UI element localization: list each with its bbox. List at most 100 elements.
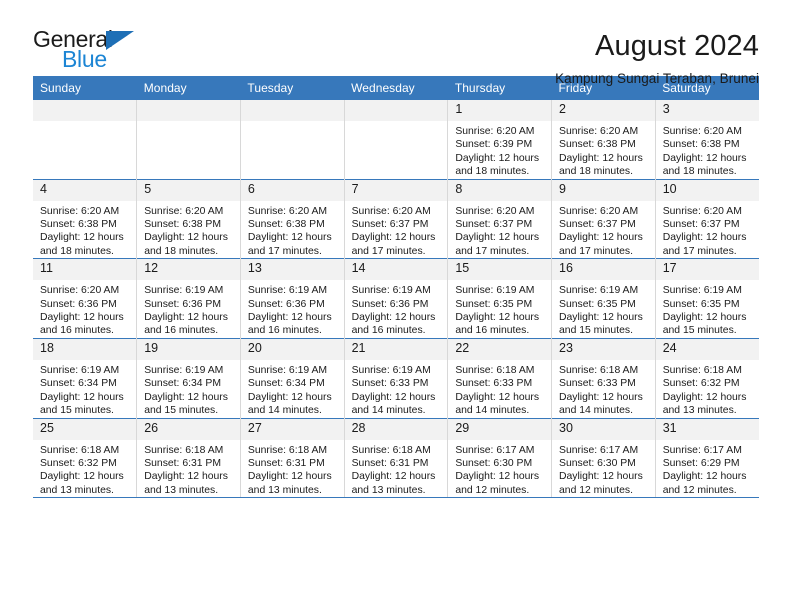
sunrise-time: Sunrise: 6:18 AM: [351, 444, 431, 456]
sunrise-time: Sunrise: 6:19 AM: [351, 285, 431, 297]
calendar-day-cell[interactable]: 12 Sunrise: 6:19 AM Sunset: 6:36 PM Dayligh…: [136, 258, 241, 339]
day-number: 1: [448, 100, 552, 121]
calendar-day-cell[interactable]: 14 Sunrise: 6:19 AM Sunset: 6:36 PM Dayligh…: [344, 258, 449, 339]
calendar-day-cell[interactable]: 21 Sunrise: 6:19 AM Sunset: 6:33 PM Dayligh…: [344, 337, 449, 418]
daylight-duration-line2: and 14 minutes.: [455, 405, 530, 417]
calendar-day-cell[interactable]: 16 Sunrise: 6:19 AM Sunset: 6:35 PM Dayligh…: [551, 258, 656, 339]
sunrise-time: Sunrise: 6:17 AM: [559, 444, 639, 456]
calendar-day-cell[interactable]: 26 Sunrise: 6:18 AM Sunset: 6:31 PM Dayligh…: [136, 417, 241, 499]
general-blue-logo[interactable]: General Blue: [33, 28, 145, 74]
calendar-day-cell[interactable]: 5 Sunrise: 6:20 AM Sunset: 6:38 PM Daylight…: [136, 178, 241, 259]
daylight-duration-line2: and 14 minutes.: [559, 405, 633, 417]
page-title: August 2024: [595, 30, 759, 62]
calendar-day-cell[interactable]: 25 Sunrise: 6:18 AM Sunset: 6:32 PM Dayligh…: [33, 417, 138, 499]
sunset-time: Sunset: 6:39 PM: [455, 139, 533, 151]
day-details: Sunrise: 6:19 AM Sunset: 6:36 PM Daylight:…: [345, 280, 448, 338]
daylight-duration-line1: Daylight: 12 hours: [455, 312, 540, 324]
calendar-day-cell[interactable]: 6 Sunrise: 6:20 AM Sunset: 6:38 PM Daylight…: [240, 178, 345, 259]
calendar-day-cell[interactable]: 24 Sunrise: 6:18 AM Sunset: 6:32 PM Dayligh…: [655, 337, 759, 418]
calendar-day-cell[interactable]: 2 Sunrise: 6:20 AM Sunset: 6:38 PM Daylight…: [551, 100, 656, 180]
day-details: Sunrise: 6:19 AM Sunset: 6:35 PM Daylight:…: [448, 280, 551, 338]
calendar-day-cell[interactable]: 22 Sunrise: 6:18 AM Sunset: 6:33 PM Dayligh…: [447, 337, 553, 418]
weekday-header-sunday: Sunday: [33, 76, 137, 100]
weekday-header-thursday: Thursday: [447, 76, 552, 100]
day-details: Sunrise: 6:20 AM Sunset: 6:36 PM Daylight:…: [33, 280, 136, 338]
day-number: 11: [33, 259, 137, 281]
daylight-duration-line1: Daylight: 12 hours: [559, 471, 643, 483]
sunset-time: Sunset: 6:36 PM: [40, 298, 117, 310]
sunset-time: Sunset: 6:33 PM: [455, 378, 533, 390]
calendar-day-cell[interactable]: 1 Sunrise: 6:20 AM Sunset: 6:39 PM Daylight…: [447, 100, 553, 180]
calendar-day-cell[interactable]: 18 Sunrise: 6:19 AM Sunset: 6:34 PM Dayligh…: [33, 337, 138, 418]
day-details: Sunrise: 6:18 AM Sunset: 6:33 PM Daylight:…: [448, 360, 551, 418]
day-details: Sunrise: 6:19 AM Sunset: 6:34 PM Daylight:…: [33, 360, 136, 418]
sunset-time: Sunset: 6:33 PM: [351, 378, 429, 390]
calendar-day-cell[interactable]: 29 Sunrise: 6:17 AM Sunset: 6:30 PM Dayligh…: [447, 417, 553, 499]
sunrise-time: Sunrise: 6:18 AM: [559, 364, 639, 376]
sunset-time: Sunset: 6:35 PM: [455, 298, 533, 310]
daylight-duration-line2: and 14 minutes.: [247, 405, 322, 417]
calendar-day-cell[interactable]: 13 Sunrise: 6:19 AM Sunset: 6:36 PM Dayligh…: [240, 258, 345, 339]
daylight-duration-line1: Daylight: 12 hours: [662, 391, 747, 403]
calendar-day-cell[interactable]: 3 Sunrise: 6:20 AM Sunset: 6:38 PM Daylight…: [655, 100, 759, 180]
daylight-duration-line2: and 12 minutes.: [662, 484, 737, 496]
calendar-week-row: 18 Sunrise: 6:19 AM Sunset: 6:34 PM Dayligh…: [33, 337, 759, 418]
day-number: [344, 100, 448, 121]
daylight-duration-line1: Daylight: 12 hours: [351, 312, 436, 324]
daylight-duration-line2: and 17 minutes.: [662, 245, 737, 257]
day-details: Sunrise: 6:17 AM Sunset: 6:29 PM Daylight:…: [656, 440, 759, 498]
sunset-time: Sunset: 6:30 PM: [455, 457, 533, 469]
calendar-day-cell[interactable]: 10 Sunrise: 6:20 AM Sunset: 6:37 PM Dayligh…: [655, 178, 759, 259]
daylight-duration-line2: and 16 minutes.: [40, 325, 114, 337]
calendar-cell-empty: [344, 100, 449, 180]
calendar-page: General Blue August 2024 Kampung Sungai …: [0, 0, 792, 612]
calendar-day-cell[interactable]: 19 Sunrise: 6:19 AM Sunset: 6:34 PM Dayligh…: [136, 337, 241, 418]
calendar-day-cell[interactable]: 17 Sunrise: 6:19 AM Sunset: 6:35 PM Dayligh…: [655, 258, 759, 339]
daylight-duration-line1: Daylight: 12 hours: [662, 312, 747, 324]
daylight-duration-line1: Daylight: 12 hours: [247, 471, 332, 483]
day-details: Sunrise: 6:18 AM Sunset: 6:31 PM Daylight:…: [137, 440, 240, 498]
day-number: 28: [344, 418, 448, 440]
calendar-day-cell[interactable]: 23 Sunrise: 6:18 AM Sunset: 6:33 PM Dayligh…: [551, 337, 656, 418]
calendar-day-cell[interactable]: 11 Sunrise: 6:20 AM Sunset: 6:36 PM Dayligh…: [33, 258, 138, 339]
day-details: Sunrise: 6:20 AM Sunset: 6:38 PM Daylight:…: [241, 201, 344, 259]
calendar-day-cell[interactable]: 8 Sunrise: 6:20 AM Sunset: 6:37 PM Daylight…: [447, 178, 553, 259]
logo-triangle-icon: [106, 31, 134, 50]
calendar-day-cell[interactable]: 31 Sunrise: 6:17 AM Sunset: 6:29 PM Dayligh…: [655, 417, 759, 499]
sunset-time: Sunset: 6:31 PM: [144, 457, 222, 469]
day-number: [240, 100, 344, 121]
sunset-time: Sunset: 6:34 PM: [40, 378, 117, 390]
sunrise-time: Sunrise: 6:19 AM: [40, 364, 120, 376]
calendar-day-cell[interactable]: 4 Sunrise: 6:20 AM Sunset: 6:38 PM Daylight…: [33, 178, 138, 259]
daylight-duration-line1: Daylight: 12 hours: [455, 232, 540, 244]
daylight-duration-line1: Daylight: 12 hours: [662, 152, 747, 164]
day-details: Sunrise: 6:17 AM Sunset: 6:30 PM Daylight:…: [448, 440, 551, 498]
calendar-day-cell[interactable]: 7 Sunrise: 6:20 AM Sunset: 6:37 PM Daylight…: [344, 178, 449, 259]
day-number: 22: [448, 338, 552, 360]
sunrise-time: Sunrise: 6:20 AM: [40, 205, 120, 217]
calendar-day-cell[interactable]: 27 Sunrise: 6:18 AM Sunset: 6:31 PM Dayligh…: [240, 417, 345, 499]
sunrise-time: Sunrise: 6:20 AM: [40, 285, 120, 297]
weekday-header-monday: Monday: [136, 76, 241, 100]
daylight-duration-line2: and 17 minutes.: [351, 245, 426, 257]
calendar-day-cell[interactable]: 30 Sunrise: 6:17 AM Sunset: 6:30 PM Dayligh…: [551, 417, 656, 499]
calendar-day-cell[interactable]: 28 Sunrise: 6:18 AM Sunset: 6:31 PM Dayligh…: [344, 417, 449, 499]
day-number: 12: [137, 259, 240, 281]
day-details: Sunrise: 6:20 AM Sunset: 6:38 PM Daylight:…: [552, 121, 655, 179]
sunset-time: Sunset: 6:36 PM: [247, 298, 325, 310]
day-number: 18: [33, 338, 137, 360]
sunrise-time: Sunrise: 6:20 AM: [455, 205, 535, 217]
sunset-time: Sunset: 6:33 PM: [559, 378, 636, 390]
daylight-duration-line1: Daylight: 12 hours: [559, 391, 643, 403]
day-number: 6: [240, 179, 344, 201]
sunrise-time: Sunrise: 6:20 AM: [559, 205, 639, 217]
day-number: 16: [552, 259, 655, 281]
sunrise-time: Sunrise: 6:19 AM: [144, 285, 224, 297]
sunrise-time: Sunrise: 6:19 AM: [662, 285, 742, 297]
sunrise-time: Sunrise: 6:19 AM: [144, 364, 224, 376]
calendar-day-cell[interactable]: 9 Sunrise: 6:20 AM Sunset: 6:37 PM Daylight…: [551, 178, 656, 259]
daylight-duration-line1: Daylight: 12 hours: [247, 232, 332, 244]
sunset-time: Sunset: 6:36 PM: [144, 298, 222, 310]
calendar-day-cell[interactable]: 20 Sunrise: 6:19 AM Sunset: 6:34 PM Dayligh…: [240, 337, 345, 418]
calendar-day-cell[interactable]: 15 Sunrise: 6:19 AM Sunset: 6:35 PM Dayligh…: [447, 258, 553, 339]
